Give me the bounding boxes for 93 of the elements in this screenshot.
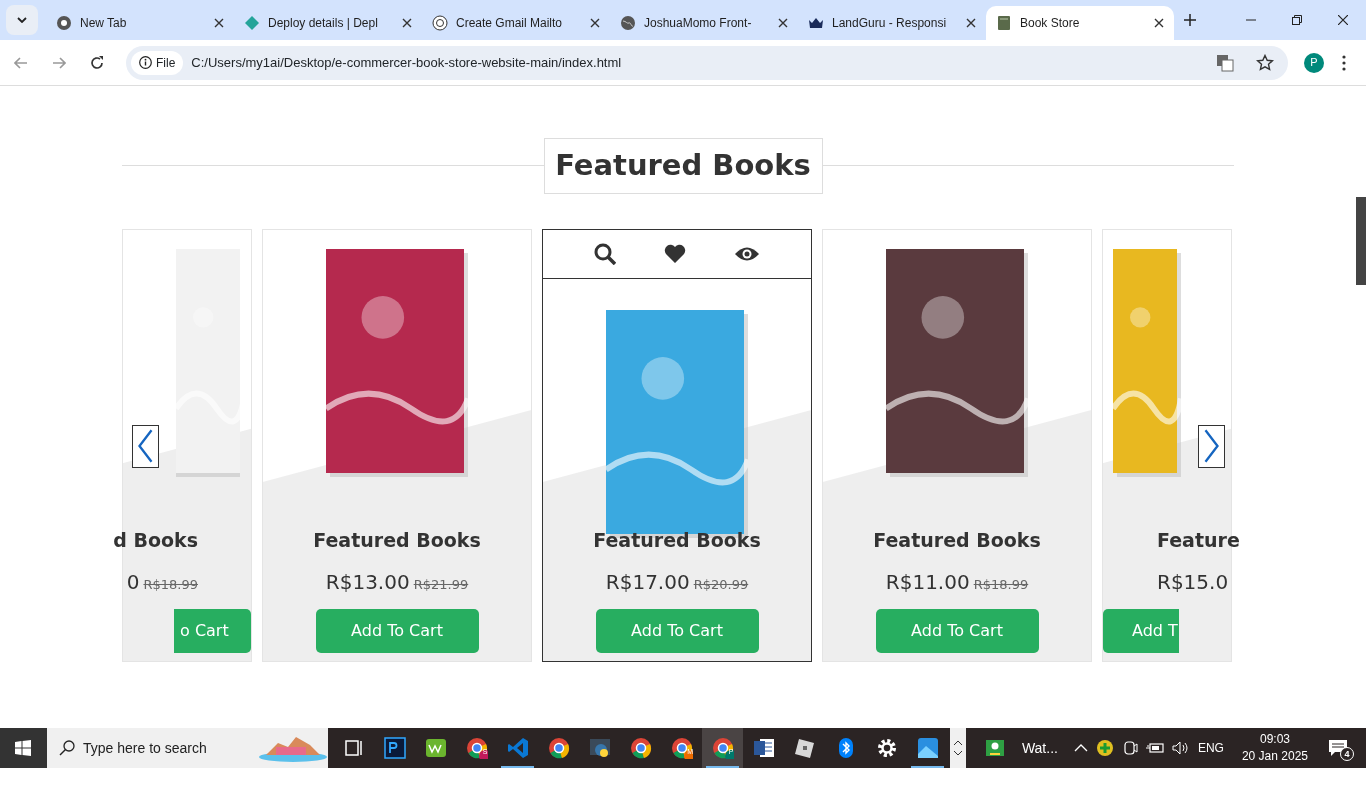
notifications-button[interactable]: 4 [1320,728,1362,768]
tab-title: Deploy details | Depl [268,15,379,32]
reload-icon[interactable] [90,55,104,70]
product-title: Featured Books [313,528,481,553]
product-title: Featured Books [593,528,761,553]
python-icon [588,737,611,759]
browser-icon [629,737,652,759]
windows-start-icon[interactable] [15,740,32,756]
photoshop-icon [383,737,406,759]
camera-icon[interactable] [1121,740,1138,756]
browser-icon [670,737,693,759]
address-bar[interactable]: File C:/Users/my1ai/Desktop/e-commercer-book-store-website-main/index.html [126,45,1288,80]
close-icon[interactable] [402,18,412,28]
new-tab-plus-icon[interactable] [1184,14,1196,26]
browser-tab[interactable]: New Tab [46,6,234,40]
info-icon [139,56,152,69]
section-heading: Featured Books [543,138,823,194]
close-icon[interactable] [778,18,788,28]
notification-count: 4 [1340,747,1354,761]
close-icon[interactable] [590,18,600,28]
search-icon[interactable] [594,243,616,265]
tab-title: LandGuru - Responsi [832,15,948,32]
widget-label: Wat... [1021,738,1058,758]
widget-button[interactable]: Wat... [965,728,1068,768]
plus-circle-icon[interactable] [1095,739,1114,757]
clock-date: 20 Jan 2025 [1241,748,1308,765]
url-text: C:/Users/my1ai/Desktop/e-commercer-book-store-website-main/index.html [191,53,623,72]
close-icon[interactable] [1338,15,1348,25]
browser-tab[interactable]: LandGuru - Responsi [798,6,986,40]
battery-icon[interactable] [1145,741,1164,755]
site-info-chip[interactable]: File [131,50,184,75]
chevron-up-icon [954,740,963,745]
product-title: Featured Books [873,528,1041,553]
w3-icon [424,737,447,759]
globe-icon [620,15,636,31]
browser-tab[interactable]: Create Gmail Mailto [422,6,610,40]
search-icon [59,740,75,756]
back-arrow-icon[interactable] [14,56,28,69]
star-icon[interactable] [1256,53,1274,72]
clock[interactable]: 09:03 20 Jan 2025 [1229,731,1320,765]
code-editor-icon [506,737,529,759]
chevron-up-icon[interactable] [1073,744,1088,752]
chevron-down-icon [954,751,963,756]
translate-icon[interactable] [1216,53,1234,72]
forward-arrow-icon[interactable] [52,56,66,69]
tab-title: Create Gmail Mailto [456,15,564,32]
word-icon [752,737,775,759]
scrollbar-thumb[interactable] [1356,197,1366,285]
speaker-icon[interactable] [1171,741,1190,755]
product-price: R$11.00 [885,569,970,594]
original-price: R$18.99 [143,576,198,592]
tab-title: JoshuaMomo Front- [644,15,753,32]
taskbar-search-field[interactable]: Type here to search [47,728,329,768]
language-indicator[interactable]: ENG [1197,739,1224,757]
product-title: Feature [1157,528,1240,553]
task-view-icon [342,737,365,759]
menu-icon[interactable] [1342,54,1346,71]
close-icon[interactable] [214,18,224,28]
product-price: R$17.00 [605,569,690,594]
product-price: 0 [126,569,140,594]
site-icon [244,15,260,31]
product-price: R$13.00 [325,569,410,594]
heart-icon[interactable] [664,244,686,264]
browser-tab[interactable]: Book Store [986,6,1174,40]
next-arrow-button[interactable] [1198,425,1225,468]
browser-icon [711,737,734,759]
site-icon [432,15,448,31]
lightbulb-board-icon [985,739,1006,757]
tab-list-caret-icon[interactable] [17,17,27,23]
site-icon [56,15,72,31]
close-icon[interactable] [1154,18,1164,28]
close-icon[interactable] [966,18,976,28]
product-title: d Books [113,528,198,553]
browser-icon [465,737,488,759]
product-price: R$15.0 [1157,569,1229,594]
browser-tab[interactable]: Deploy details | Depl [234,6,422,40]
settings-icon [875,737,898,759]
browser-icon [547,737,570,759]
clock-time: 09:03 [1259,731,1290,748]
profile-avatar[interactable]: P [1304,52,1324,73]
original-price: R$20.99 [693,576,749,592]
tab-title: New Tab [80,15,128,32]
browser-tab[interactable]: JoshuaMomo Front- [610,6,798,40]
photos-icon [916,737,939,759]
book-icon [996,15,1012,31]
original-price: R$18.99 [973,576,1029,592]
taskbar-overflow-scroller[interactable] [950,728,966,768]
original-price: R$21.99 [413,576,469,592]
prev-arrow-button[interactable] [132,425,159,468]
search-placeholder: Type here to search [83,738,208,758]
restore-icon[interactable] [1292,15,1302,25]
chip-label: File [156,54,176,72]
tab-title: Book Store [1020,15,1081,32]
